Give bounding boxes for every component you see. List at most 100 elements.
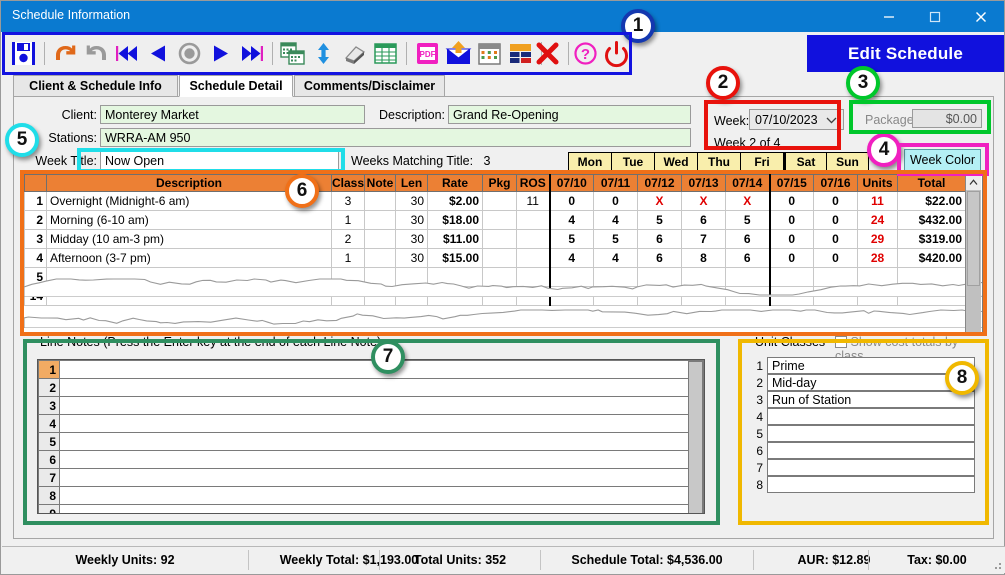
spreadsheet-icon[interactable]: [371, 39, 400, 68]
grid-col-units[interactable]: Units: [857, 174, 898, 192]
cell-class[interactable]: 1: [331, 210, 365, 230]
list-item[interactable]: 5: [38, 432, 704, 451]
cell-day-6[interactable]: 0: [813, 210, 858, 230]
grid-col-day-0714[interactable]: 07/14: [725, 174, 770, 192]
unit-class-field[interactable]: [767, 476, 975, 493]
cell-class[interactable]: 3: [331, 191, 365, 211]
tab-comments-disclaimer[interactable]: Comments/Disclaimer: [294, 75, 445, 97]
cell-rate[interactable]: [427, 267, 483, 287]
stop-icon[interactable]: [175, 39, 204, 68]
cell-day-5[interactable]: [768, 267, 814, 287]
cell-day-3[interactable]: 6: [681, 210, 726, 230]
cell-day-1[interactable]: 0: [593, 191, 638, 211]
cell-len[interactable]: 30: [395, 248, 428, 268]
cell-units[interactable]: 29: [857, 229, 898, 249]
cell-day-0[interactable]: [548, 286, 594, 306]
grid-col-day-0713[interactable]: 07/13: [681, 174, 726, 192]
cell-class[interactable]: [331, 286, 365, 306]
line-note-row-number[interactable]: 2: [38, 378, 60, 397]
line-note-row-number[interactable]: 5: [38, 432, 60, 451]
list-item[interactable]: 5: [747, 425, 975, 442]
line-note-field[interactable]: [59, 396, 704, 415]
cell-day-1[interactable]: 4: [593, 210, 638, 230]
cell-note[interactable]: [364, 229, 396, 249]
grid-col-day-0712[interactable]: 07/12: [637, 174, 682, 192]
description-field[interactable]: Grand Re-Opening: [448, 105, 691, 124]
move-updown-icon[interactable]: [309, 39, 338, 68]
eraser-icon[interactable]: [340, 39, 369, 68]
line-note-field[interactable]: [59, 414, 704, 433]
cell-day-4[interactable]: 5: [725, 210, 770, 230]
cell-description[interactable]: Morning (6-10 am): [46, 210, 332, 230]
cell-day-0[interactable]: 5: [548, 229, 594, 249]
unit-class-field[interactable]: Run of Station: [767, 391, 975, 408]
cell-day-2[interactable]: 6: [637, 248, 682, 268]
list-item[interactable]: 3 Run of Station: [747, 391, 975, 408]
cell-rate[interactable]: $18.00: [427, 210, 483, 230]
grid-col-day-0716[interactable]: 07/16: [813, 174, 858, 192]
table-row[interactable]: 1 Overnight (Midnight-6 am) 3 30 $2.00 11 0 0 X X…: [24, 191, 966, 211]
list-item[interactable]: 3: [38, 396, 704, 415]
first-record-icon[interactable]: [113, 39, 142, 68]
unit-class-field[interactable]: [767, 442, 975, 459]
cell-len[interactable]: 30: [395, 210, 428, 230]
cell-ros[interactable]: [516, 210, 550, 230]
cell-day-3[interactable]: X: [681, 191, 726, 211]
line-note-field[interactable]: [59, 468, 704, 487]
cell-day-2[interactable]: 6: [637, 229, 682, 249]
stations-field[interactable]: WRRA-AM 950: [100, 128, 691, 147]
line-note-row-number[interactable]: 6: [38, 450, 60, 469]
cell-day-3[interactable]: [681, 286, 726, 306]
list-item[interactable]: 7: [38, 468, 704, 487]
grid-col-total[interactable]: Total: [897, 174, 966, 192]
cell-len[interactable]: 30: [395, 191, 428, 211]
client-field[interactable]: Monterey Market: [100, 105, 365, 124]
unit-class-field[interactable]: [767, 425, 975, 442]
list-item[interactable]: 8: [38, 486, 704, 505]
list-item[interactable]: 6: [38, 450, 704, 469]
line-note-field[interactable]: [59, 432, 704, 451]
cell-note[interactable]: [364, 210, 396, 230]
cell-total[interactable]: $432.00: [897, 210, 966, 230]
help-icon[interactable]: ?: [571, 39, 600, 68]
cell-day-3[interactable]: [681, 267, 726, 287]
table-row[interactable]: 5: [24, 267, 966, 287]
cell-day-6[interactable]: [813, 286, 858, 306]
cell-pkg[interactable]: [482, 248, 517, 268]
cell-day-2[interactable]: [637, 286, 682, 306]
cell-day-2[interactable]: 5: [637, 210, 682, 230]
cell-pkg[interactable]: [482, 210, 517, 230]
list-item[interactable]: 9: [38, 504, 704, 513]
cell-pkg[interactable]: [482, 267, 517, 287]
line-note-field[interactable]: [59, 486, 704, 505]
maximize-button[interactable]: [912, 1, 958, 32]
delete-icon[interactable]: [533, 39, 562, 68]
grid-col-len[interactable]: Len: [395, 174, 428, 192]
cell-pkg[interactable]: [482, 229, 517, 249]
last-record-icon[interactable]: [237, 39, 266, 68]
cell-day-4[interactable]: [725, 267, 770, 287]
grid-col-pkg[interactable]: Pkg: [482, 174, 517, 192]
list-item[interactable]: 4: [747, 408, 975, 425]
cell-total[interactable]: [897, 286, 966, 306]
cell-ros[interactable]: [516, 229, 550, 249]
cell-description[interactable]: Midday (10 am-3 pm): [46, 229, 332, 249]
cell-total[interactable]: [897, 267, 966, 287]
cell-len[interactable]: [395, 267, 428, 287]
save-icon[interactable]: [9, 39, 38, 68]
cell-pkg[interactable]: [482, 191, 517, 211]
grid-vertical-scrollbar[interactable]: [965, 175, 981, 332]
calendar-icon[interactable]: [475, 39, 504, 68]
list-item[interactable]: 8: [747, 476, 975, 493]
cell-rate[interactable]: $15.00: [427, 248, 483, 268]
cell-day-4[interactable]: [725, 286, 770, 306]
cell-day-4[interactable]: 6: [725, 248, 770, 268]
list-item[interactable]: 7: [747, 459, 975, 476]
row-number[interactable]: 5: [24, 267, 47, 287]
cell-total[interactable]: $420.00: [897, 248, 966, 268]
cell-units[interactable]: [857, 286, 898, 306]
minimize-button[interactable]: [866, 1, 912, 32]
grid-col-day-0715[interactable]: 07/15: [768, 174, 814, 192]
line-note-field[interactable]: [59, 360, 704, 379]
cell-day-4[interactable]: 6: [725, 229, 770, 249]
